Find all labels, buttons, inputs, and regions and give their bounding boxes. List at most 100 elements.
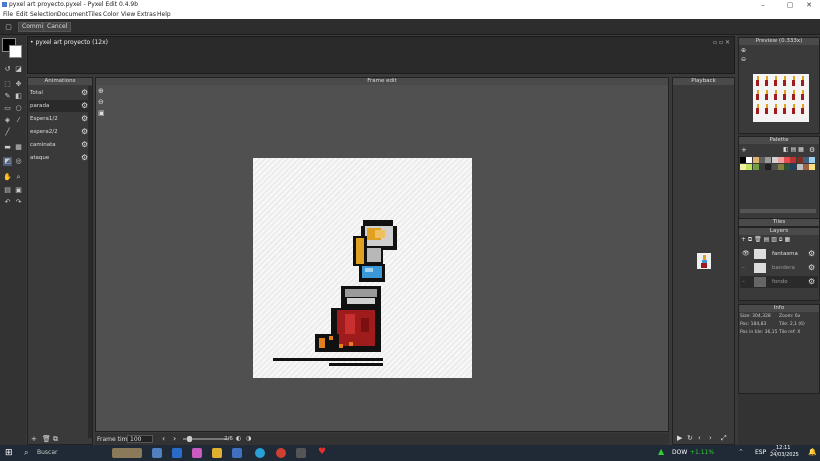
chrome-icon[interactable] <box>276 448 286 458</box>
palette-swatch[interactable] <box>790 164 797 170</box>
eye-icon[interactable]: 👁 <box>742 248 750 260</box>
document-tab[interactable]: • pyxel art proyecto (12x) <box>30 39 108 46</box>
animations-scrollbar[interactable] <box>88 86 92 438</box>
copy-frame-icon[interactable]: ◐ <box>236 435 241 442</box>
edge-icon[interactable] <box>255 448 265 458</box>
task-view-icon[interactable] <box>152 448 162 458</box>
palette-swatch[interactable] <box>784 164 791 170</box>
grid-icon[interactable]: ▦ <box>14 143 23 152</box>
palette-swatch[interactable] <box>803 157 809 163</box>
gear-icon[interactable]: ⚙ <box>808 278 816 286</box>
rectangle-icon[interactable]: ▭ <box>3 104 12 113</box>
palette-swatch[interactable] <box>746 164 753 170</box>
language-indicator[interactable]: ESP <box>755 449 766 456</box>
palette-swatch[interactable] <box>809 164 816 170</box>
fill-bucket-icon[interactable]: ◈ <box>3 116 12 125</box>
select-rect-icon[interactable]: ▢ <box>4 23 13 32</box>
layer-row[interactable]: 👁 fantasma ⚙ <box>740 248 818 260</box>
palette-swatch[interactable] <box>752 164 759 170</box>
copilot-icon[interactable] <box>192 448 202 458</box>
animation-item[interactable]: Espera1/2 ⚙ <box>29 113 91 125</box>
palette-swatch[interactable] <box>758 157 765 163</box>
stock-name[interactable]: DOW <box>672 449 687 456</box>
animation-item[interactable]: ataque ⚙ <box>29 152 91 164</box>
palette-swatch[interactable] <box>777 164 784 170</box>
palette-swatch[interactable] <box>809 157 816 163</box>
minimize-button[interactable]: – <box>752 0 774 10</box>
palette-swatch[interactable] <box>803 164 809 170</box>
heart-app-icon[interactable]: ♥ <box>318 447 326 457</box>
zoom-icon[interactable]: ⌕ <box>14 173 23 182</box>
prev-frame-icon[interactable]: ‹ <box>162 434 165 443</box>
palette-swatch[interactable] <box>796 164 803 170</box>
palette-swatch[interactable] <box>771 164 778 170</box>
tile-tool-icon[interactable]: ▬ <box>3 143 12 152</box>
menu-tiles[interactable]: Tiles <box>88 11 102 18</box>
menu-help[interactable]: Help <box>157 11 171 18</box>
color-picker-icon[interactable]: ⁄ <box>14 116 23 125</box>
layer-row[interactable]: – bandera ⚙ <box>740 262 818 274</box>
menu-file[interactable]: File <box>3 11 13 18</box>
taskbar-search-label[interactable]: Buscar <box>37 449 58 456</box>
animation-item-selected[interactable]: parada ⚙ <box>29 100 91 112</box>
tray-chevron-icon[interactable]: ⌃ <box>738 448 744 456</box>
menu-color[interactable]: Color <box>103 11 119 18</box>
fit-view-icon[interactable]: ▣ <box>98 109 105 117</box>
play-icon[interactable]: ▶ <box>677 434 682 442</box>
delete-animation-icon[interactable]: 🗑 <box>42 435 51 443</box>
palette-swatch[interactable] <box>740 157 746 163</box>
expand-icon[interactable]: ⤢ <box>721 434 727 443</box>
layer-toolbar-icons[interactable]: + ⧉ 🗑 ▤ ▥ ⧈ ▦ <box>741 236 790 244</box>
palette-swatch[interactable] <box>790 157 797 163</box>
add-animation-icon[interactable]: + <box>31 435 37 443</box>
preview-zoom-in-icon[interactable]: ⊕ <box>741 47 746 54</box>
loop-icon[interactable]: ↻ <box>687 434 693 442</box>
palette-swatch[interactable] <box>752 157 759 163</box>
hidden-layer-icon[interactable]: – <box>742 276 745 288</box>
hidden-layer-icon[interactable]: – <box>742 262 745 274</box>
next-frame-icon[interactable]: › <box>173 434 176 443</box>
palette-gear-icon[interactable]: ⚙ <box>809 146 815 154</box>
palette-swatch[interactable] <box>758 164 765 170</box>
layer-row-selected[interactable]: – fondo ⚙ <box>740 276 818 288</box>
select-tool-icon[interactable]: ⬚ <box>3 80 12 89</box>
ellipse-icon[interactable]: ○ <box>14 104 23 113</box>
frame-slider-thumb[interactable] <box>187 436 192 442</box>
clock-time[interactable]: 12:11 <box>776 445 790 451</box>
playback-next-icon[interactable]: › <box>709 434 712 442</box>
palette-swatch[interactable] <box>740 164 746 170</box>
palette-swatch[interactable] <box>777 157 784 163</box>
start-icon[interactable]: ⊞ <box>5 448 13 458</box>
pyxel-edit-icon[interactable] <box>296 448 306 458</box>
tile-select-icon[interactable]: ◩ <box>3 157 12 166</box>
preview-zoom-out-icon[interactable]: ⊖ <box>741 56 746 63</box>
swap-colors-icon[interactable]: ↺ <box>3 65 12 74</box>
widget-thumbnail[interactable] <box>112 448 142 458</box>
frame-time-input[interactable]: 100 <box>127 435 153 443</box>
zoom-out-icon[interactable]: ⊖ <box>98 98 104 106</box>
palette-swatch[interactable] <box>784 157 791 163</box>
palette-swatch[interactable] <box>746 157 753 163</box>
pencil-icon[interactable]: ✎ <box>3 92 12 101</box>
duplicate-animation-icon[interactable]: ⧉ <box>53 435 58 444</box>
menu-extras[interactable]: Extras <box>137 11 156 18</box>
menu-view[interactable]: View <box>121 11 135 18</box>
close-button[interactable]: ✕ <box>798 0 820 10</box>
secondary-color-swatch[interactable] <box>9 45 22 58</box>
hand-icon[interactable]: ✋ <box>3 173 12 182</box>
add-color-icon[interactable]: + <box>741 146 747 154</box>
doc-window-controls[interactable]: ▫ ▫ ✕ <box>713 39 730 46</box>
palette-swatch[interactable] <box>771 157 778 163</box>
palette-swatch[interactable] <box>765 157 772 163</box>
color-reset-icon[interactable]: ◪ <box>14 65 23 74</box>
frame-canvas[interactable] <box>253 158 472 378</box>
palette-swatches[interactable] <box>740 157 816 173</box>
palette-scrollbar[interactable] <box>740 209 816 213</box>
outlook-icon[interactable] <box>172 448 182 458</box>
redo-icon[interactable]: ↷ <box>14 198 23 207</box>
gear-icon[interactable]: ⚙ <box>808 250 816 258</box>
file-explorer-icon[interactable] <box>212 448 222 458</box>
app-icon-5[interactable] <box>232 448 242 458</box>
palette-swatch[interactable] <box>796 157 803 163</box>
notifications-icon[interactable]: 🔔 <box>808 448 817 456</box>
